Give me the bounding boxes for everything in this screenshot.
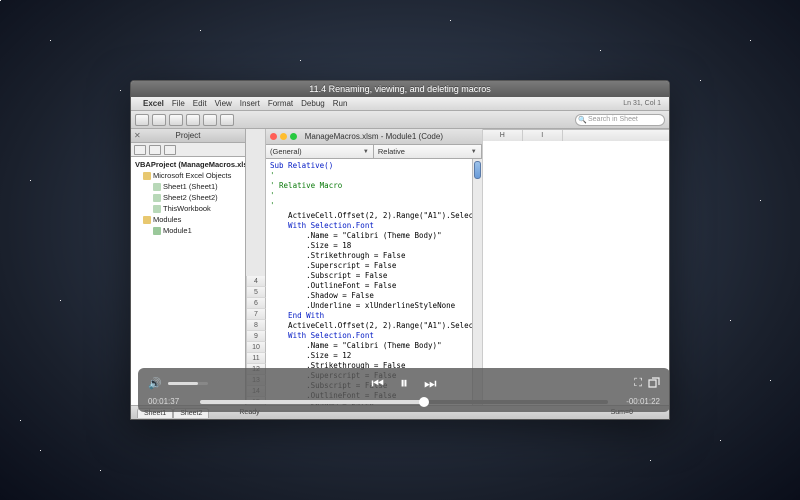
- toolbar-button[interactable]: [135, 114, 149, 126]
- next-button[interactable]: ⏭: [424, 375, 437, 392]
- module-icon: [153, 227, 161, 235]
- toolbar-button[interactable]: [152, 114, 166, 126]
- sheet-icon: [153, 194, 161, 202]
- col-header[interactable]: I: [523, 130, 563, 141]
- volume-icon[interactable]: 🔊: [148, 377, 162, 390]
- project-title: Project: [176, 131, 201, 140]
- toolbar-button[interactable]: [203, 114, 217, 126]
- cursor-position: Ln 31, Col 1: [623, 100, 661, 107]
- window-controls: [270, 133, 297, 140]
- video-player-controls: 🔊 ⏮ ⏸ ⏭ ⛶ 00:01:37 -00:01:22: [138, 368, 670, 412]
- procedure-selector[interactable]: Relative: [374, 145, 482, 158]
- volume-slider[interactable]: [168, 382, 208, 385]
- object-selector[interactable]: (General): [266, 145, 374, 158]
- menu-debug[interactable]: Debug: [301, 99, 325, 108]
- menu-edit[interactable]: Edit: [193, 99, 207, 108]
- sheet-icon: [153, 183, 161, 191]
- remaining-time: -00:01:22: [614, 397, 660, 406]
- progress-knob[interactable]: [419, 397, 429, 407]
- menu-insert[interactable]: Insert: [240, 99, 260, 108]
- elapsed-time: 00:01:37: [148, 397, 194, 406]
- tree-sheet[interactable]: Sheet1 (Sheet1): [133, 181, 243, 192]
- close-button[interactable]: [270, 133, 277, 140]
- app-name-menu[interactable]: Excel: [143, 99, 164, 108]
- tree-module[interactable]: Module1: [133, 225, 243, 236]
- row-header[interactable]: 7: [247, 309, 266, 320]
- tree-folder[interactable]: Modules: [133, 214, 243, 225]
- menu-run[interactable]: Run: [333, 99, 348, 108]
- zoom-button[interactable]: [290, 133, 297, 140]
- toolbar-button[interactable]: [220, 114, 234, 126]
- fullscreen-button[interactable]: ⛶: [634, 377, 642, 390]
- video-title: 11.4 Renaming, viewing, and deleting mac…: [309, 84, 490, 94]
- search-placeholder: Search in Sheet: [588, 116, 638, 123]
- toolbar-button[interactable]: [186, 114, 200, 126]
- tree-sheet[interactable]: ThisWorkbook: [133, 203, 243, 214]
- tree-sheet[interactable]: Sheet2 (Sheet2): [133, 192, 243, 203]
- minimize-button[interactable]: [280, 133, 287, 140]
- pause-button[interactable]: ⏸: [400, 375, 408, 393]
- tree-folder[interactable]: Microsoft Excel Objects: [133, 170, 243, 181]
- tree-root[interactable]: VBAProject (ManageMacros.xlsm): [133, 159, 243, 170]
- project-tool-button[interactable]: [134, 145, 146, 155]
- row-header[interactable]: 6: [247, 298, 266, 309]
- project-toolbar: [131, 143, 245, 157]
- project-panel-header: ✕ Project: [131, 129, 245, 143]
- col-header[interactable]: H: [483, 130, 523, 141]
- menubar: Excel File Edit View Insert Format Debug…: [131, 97, 669, 111]
- editor-titlebar: ManageMacros.xlsm - Module1 (Code): [266, 129, 482, 145]
- menu-file[interactable]: File: [172, 99, 185, 108]
- search-input[interactable]: Search in Sheet: [575, 114, 665, 126]
- project-tool-button[interactable]: [149, 145, 161, 155]
- close-icon[interactable]: ✕: [134, 131, 141, 140]
- editor-selectors: (General) Relative: [266, 145, 482, 159]
- scrollbar-thumb[interactable]: [474, 161, 481, 179]
- menu-view[interactable]: View: [215, 99, 232, 108]
- video-titlebar: 11.4 Renaming, viewing, and deleting mac…: [131, 81, 669, 97]
- project-tool-button[interactable]: [164, 145, 176, 155]
- toolbar-button[interactable]: [169, 114, 183, 126]
- folder-icon: [143, 172, 151, 180]
- row-header[interactable]: 9: [247, 331, 266, 342]
- progress-bar[interactable]: [200, 400, 608, 404]
- popout-button[interactable]: [648, 377, 660, 391]
- editor-title: ManageMacros.xlsm - Module1 (Code): [305, 132, 443, 141]
- row-header[interactable]: 11: [247, 353, 266, 364]
- toolbar: Search in Sheet: [131, 111, 669, 129]
- menu-format[interactable]: Format: [268, 99, 293, 108]
- row-header[interactable]: 5: [247, 287, 266, 298]
- progress-fill: [200, 400, 424, 404]
- row-header[interactable]: 10: [247, 342, 266, 353]
- sheet-icon: [153, 205, 161, 213]
- row-header[interactable]: 4: [247, 276, 266, 287]
- previous-button[interactable]: ⏮: [371, 375, 384, 392]
- folder-icon: [143, 216, 151, 224]
- row-header[interactable]: 8: [247, 320, 266, 331]
